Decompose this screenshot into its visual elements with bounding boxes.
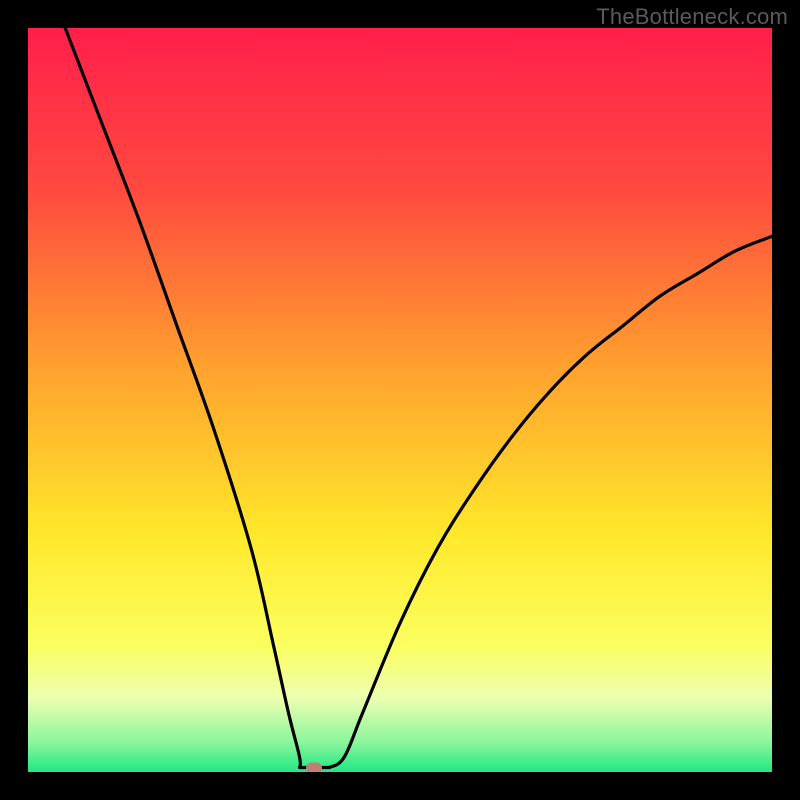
optimum-marker xyxy=(306,763,322,772)
plot-area xyxy=(28,28,772,772)
watermark-label: TheBottleneck.com xyxy=(596,4,788,30)
chart-frame: TheBottleneck.com xyxy=(0,0,800,800)
bottleneck-curve xyxy=(28,28,772,772)
